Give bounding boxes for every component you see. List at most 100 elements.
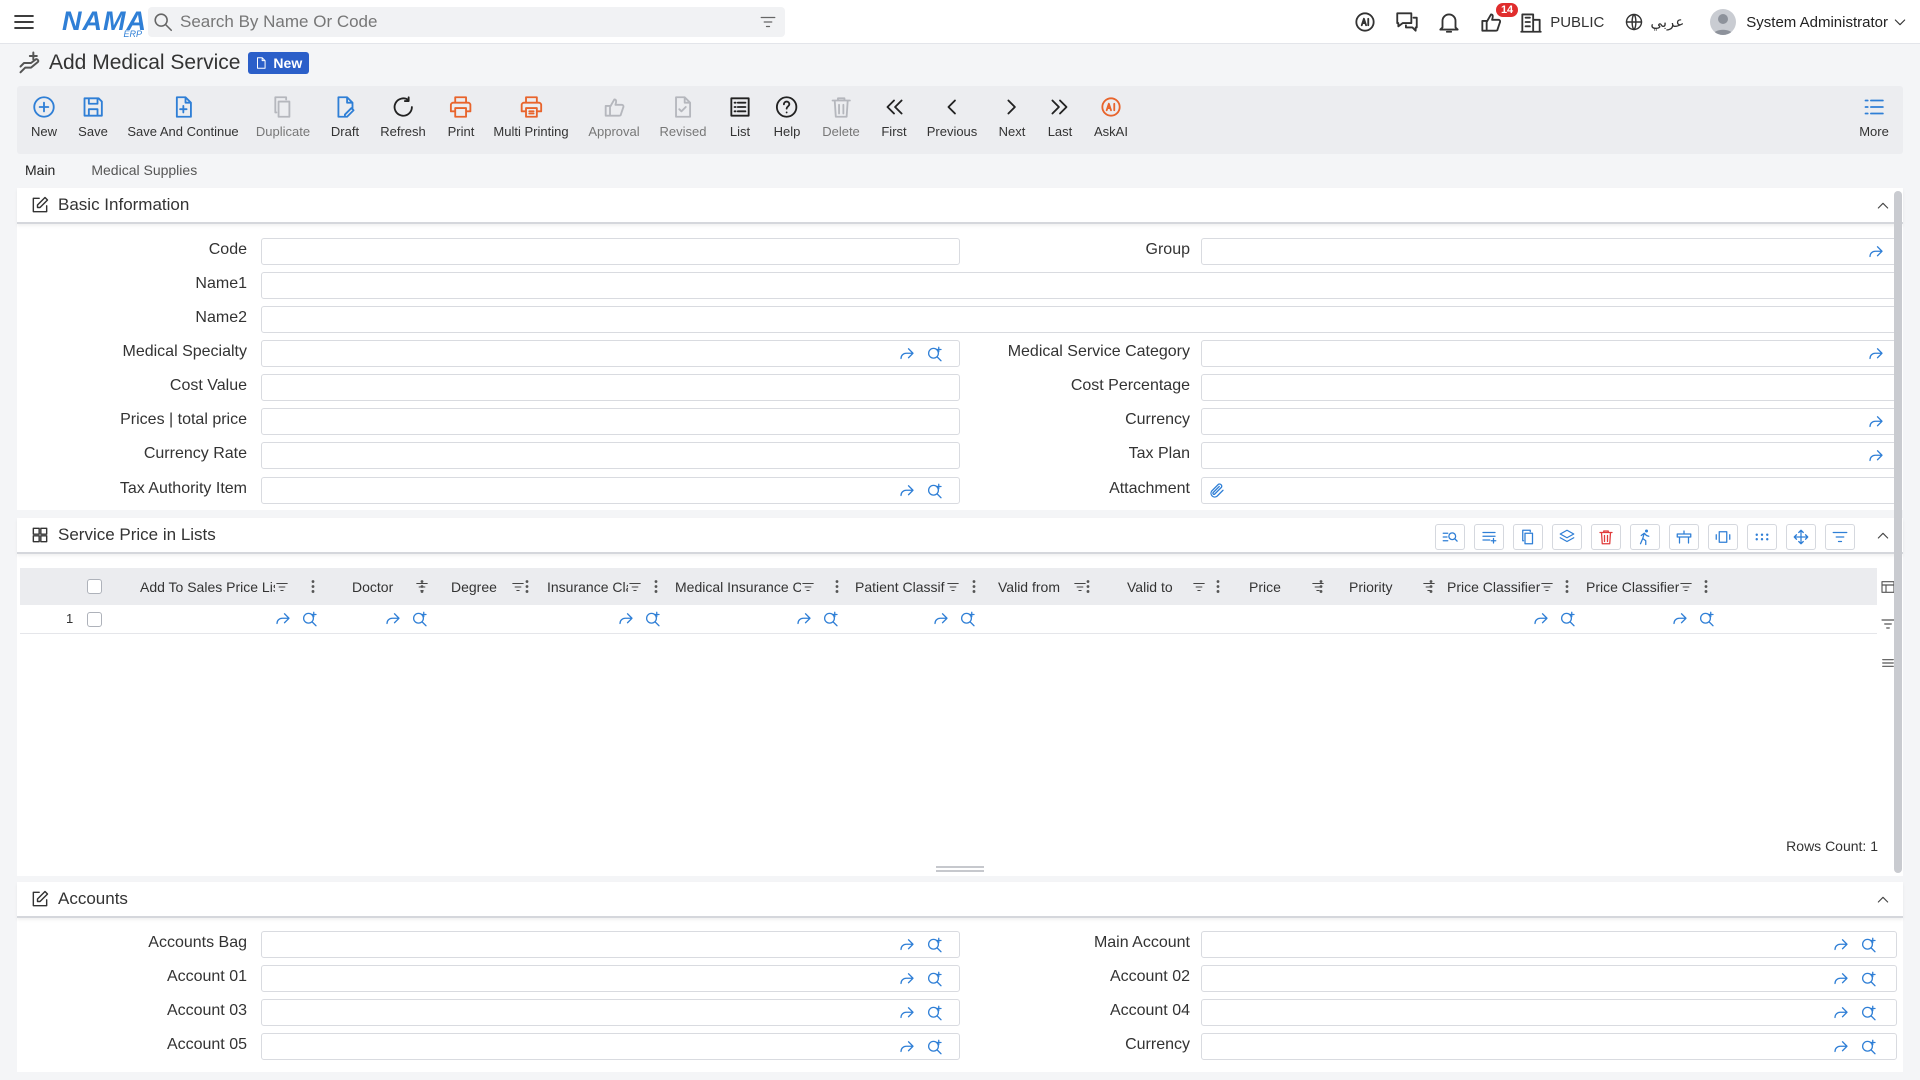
lookup-icon[interactable]: [926, 1038, 944, 1056]
open-link-icon[interactable]: [1867, 243, 1885, 261]
chevron-up-icon[interactable]: [1875, 892, 1891, 908]
lookup-icon[interactable]: [926, 482, 944, 500]
grid-layers-button[interactable]: [1552, 524, 1582, 550]
building-icon[interactable]: [1518, 9, 1544, 35]
chevron-up-icon[interactable]: [1875, 198, 1891, 214]
column-header[interactable]: Degree: [446, 568, 531, 605]
currency-rate-field[interactable]: [261, 442, 960, 469]
open-link-icon[interactable]: [1867, 345, 1885, 363]
open-link-icon[interactable]: [898, 1038, 916, 1056]
save-button[interactable]: Save: [78, 94, 108, 139]
column-menu-icon[interactable]: [308, 578, 318, 595]
filter-icon[interactable]: [628, 580, 642, 594]
grid-move-button[interactable]: [1786, 524, 1816, 550]
column-menu-icon[interactable]: [1701, 578, 1711, 595]
cost-percentage-field[interactable]: [1201, 374, 1897, 401]
open-link-icon[interactable]: [1532, 610, 1550, 628]
open-link-icon[interactable]: [617, 610, 635, 628]
prices-total-field[interactable]: [261, 408, 960, 435]
previous-button[interactable]: Previous: [927, 94, 977, 139]
open-link-icon[interactable]: [898, 1004, 916, 1022]
lookup-icon[interactable]: [1860, 970, 1878, 988]
code-field[interactable]: [261, 238, 960, 265]
branch-label[interactable]: PUBLIC: [1550, 14, 1604, 31]
column-header[interactable]: Insurance Cla: [547, 568, 657, 605]
lookup-icon[interactable]: [822, 610, 840, 628]
medical-service-category-field[interactable]: [1201, 340, 1897, 367]
lookup-icon[interactable]: [644, 610, 662, 628]
column-header[interactable]: Patient Classif: [855, 568, 985, 605]
row-checkbox[interactable]: [87, 612, 102, 627]
filter-icon[interactable]: [946, 580, 960, 594]
grid-copy-button[interactable]: [1513, 524, 1543, 550]
save-and-continue-button[interactable]: Save And Continue: [127, 94, 239, 139]
last-button[interactable]: Last: [1047, 94, 1073, 139]
accounts-header[interactable]: Accounts: [17, 882, 1903, 918]
more-button[interactable]: More: [1859, 94, 1889, 139]
column-header[interactable]: Price Classifier: [1447, 568, 1567, 605]
lookup-icon[interactable]: [1698, 610, 1716, 628]
vertical-scrollbar[interactable]: [1894, 191, 1902, 873]
column-menu-icon[interactable]: [1083, 578, 1093, 595]
column-header[interactable]: Valid to: [1127, 568, 1227, 605]
user-name[interactable]: System Administrator: [1746, 14, 1888, 31]
currency-field[interactable]: [1201, 408, 1897, 435]
lookup-icon[interactable]: [926, 970, 944, 988]
globe-icon[interactable]: [1624, 12, 1644, 32]
accounts-bag-field[interactable]: [261, 931, 960, 958]
chevron-down-icon[interactable]: [1892, 14, 1908, 30]
lookup-icon[interactable]: [411, 610, 429, 628]
new-button[interactable]: New: [31, 94, 57, 139]
filter-icon[interactable]: [275, 580, 289, 594]
duplicate-button[interactable]: Duplicate: [256, 94, 310, 139]
lookup-icon[interactable]: [301, 610, 319, 628]
lookup-icon[interactable]: [926, 936, 944, 954]
lookup-icon[interactable]: [1559, 610, 1577, 628]
first-button[interactable]: First: [881, 94, 907, 139]
account-05-field[interactable]: [261, 1033, 960, 1060]
avatar[interactable]: [1710, 9, 1737, 35]
list-button[interactable]: List: [727, 94, 753, 139]
name2-field[interactable]: [261, 306, 1897, 333]
account-04-field[interactable]: [1201, 999, 1897, 1026]
open-link-icon[interactable]: [1867, 413, 1885, 431]
tab-medical-supplies[interactable]: Medical Supplies: [83, 160, 205, 186]
column-menu-icon[interactable]: [969, 578, 979, 595]
main-account-field[interactable]: [1201, 931, 1897, 958]
draft-button[interactable]: Draft: [331, 94, 359, 139]
column-menu-icon[interactable]: [1213, 578, 1223, 595]
table-row[interactable]: 1: [20, 604, 1877, 634]
delete-button[interactable]: Delete: [822, 94, 860, 139]
help-button[interactable]: Help: [774, 94, 800, 139]
column-header[interactable]: Medical Insurance Co: [675, 568, 815, 605]
column-menu-icon[interactable]: [1316, 578, 1326, 595]
bell-icon[interactable]: [1436, 9, 1462, 35]
language-switch[interactable]: عربي: [1650, 13, 1684, 31]
column-menu-icon[interactable]: [417, 578, 427, 595]
attachment-field[interactable]: [1201, 477, 1897, 504]
column-menu-icon[interactable]: [1562, 578, 1572, 595]
resize-handle[interactable]: [936, 866, 984, 872]
open-link-icon[interactable]: [1832, 970, 1850, 988]
lookup-icon[interactable]: [926, 1004, 944, 1022]
account-01-field[interactable]: [261, 965, 960, 992]
open-link-icon[interactable]: [898, 345, 916, 363]
lookup-icon[interactable]: [1860, 936, 1878, 954]
nama-logo[interactable]: NAMA ERP: [62, 5, 146, 39]
filter-icon[interactable]: [1679, 580, 1693, 594]
next-button[interactable]: Next: [999, 94, 1025, 139]
filter-icon[interactable]: [1192, 580, 1206, 594]
grid-filter-button[interactable]: [1825, 524, 1855, 550]
service-price-lists-header[interactable]: Service Price in Lists: [17, 518, 1903, 554]
grid-table-button[interactable]: [1669, 524, 1699, 550]
open-link-icon[interactable]: [384, 610, 402, 628]
grid-expand-columns-button[interactable]: [1708, 524, 1738, 550]
open-link-icon[interactable]: [1832, 1038, 1850, 1056]
name1-field[interactable]: [261, 272, 1897, 299]
grid-add-row-button[interactable]: [1474, 524, 1504, 550]
open-link-icon[interactable]: [1671, 610, 1689, 628]
medical-specialty-field[interactable]: [261, 340, 960, 367]
print-button[interactable]: Print: [448, 94, 474, 139]
open-link-icon[interactable]: [795, 610, 813, 628]
open-link-icon[interactable]: [1832, 1004, 1850, 1022]
